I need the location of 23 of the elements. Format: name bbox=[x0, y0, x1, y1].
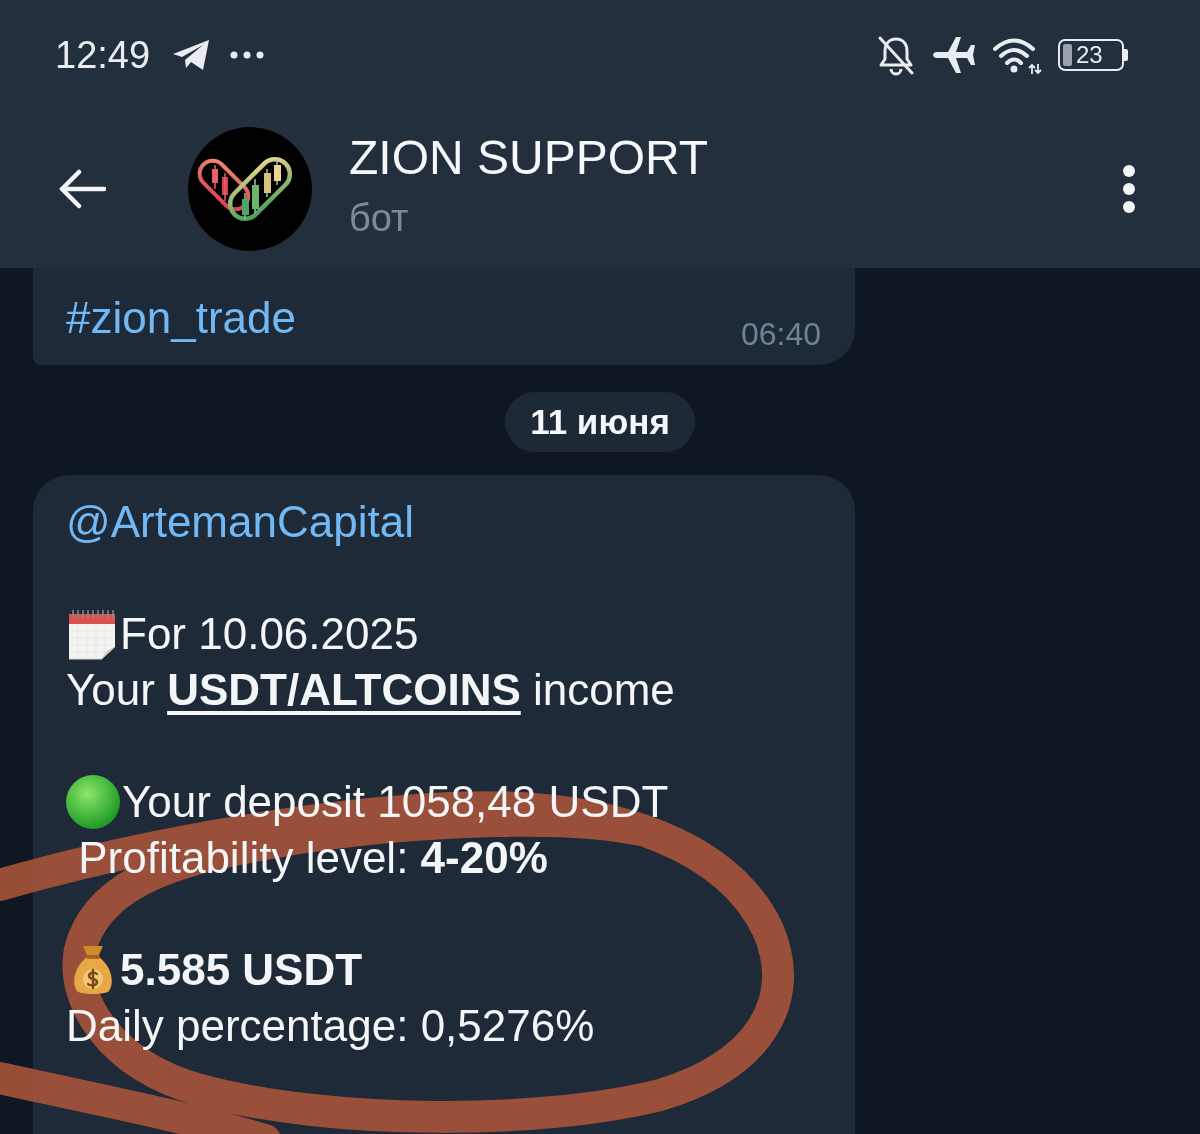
date-separator: 11 июня bbox=[505, 392, 695, 452]
message-text: 5.585 USDT bbox=[120, 944, 363, 996]
airplane-icon bbox=[932, 35, 976, 75]
paper-plane-icon bbox=[172, 39, 211, 71]
message-text: Your USDT/ALTCOINS income bbox=[66, 664, 675, 716]
message-text: Profitability level: 4-20% bbox=[77, 832, 548, 884]
status-time: 12:49 bbox=[55, 36, 151, 74]
message-link[interactable]: #zion_trade bbox=[66, 290, 296, 346]
calendar-icon bbox=[66, 607, 118, 661]
heart-candles-avatar-icon[interactable] bbox=[188, 127, 312, 251]
message-link[interactable]: @ArtemanCapital bbox=[66, 494, 414, 550]
more-dots-icon bbox=[230, 51, 265, 59]
muted-bell-icon bbox=[876, 34, 916, 76]
chat-title: ZION SUPPORT bbox=[349, 130, 709, 186]
round-dot-emoji-icon bbox=[66, 775, 120, 829]
back-arrow-icon[interactable] bbox=[58, 169, 106, 209]
more-menu-icon[interactable] bbox=[1122, 164, 1136, 214]
battery-fill bbox=[1063, 44, 1072, 66]
battery-percentage: 23 bbox=[1076, 43, 1103, 67]
message-text: For 10.06.2025 bbox=[120, 608, 419, 660]
message-time: 06:40 bbox=[740, 315, 821, 354]
chat-status: бот bbox=[349, 196, 410, 240]
wifi-icon bbox=[992, 35, 1042, 75]
